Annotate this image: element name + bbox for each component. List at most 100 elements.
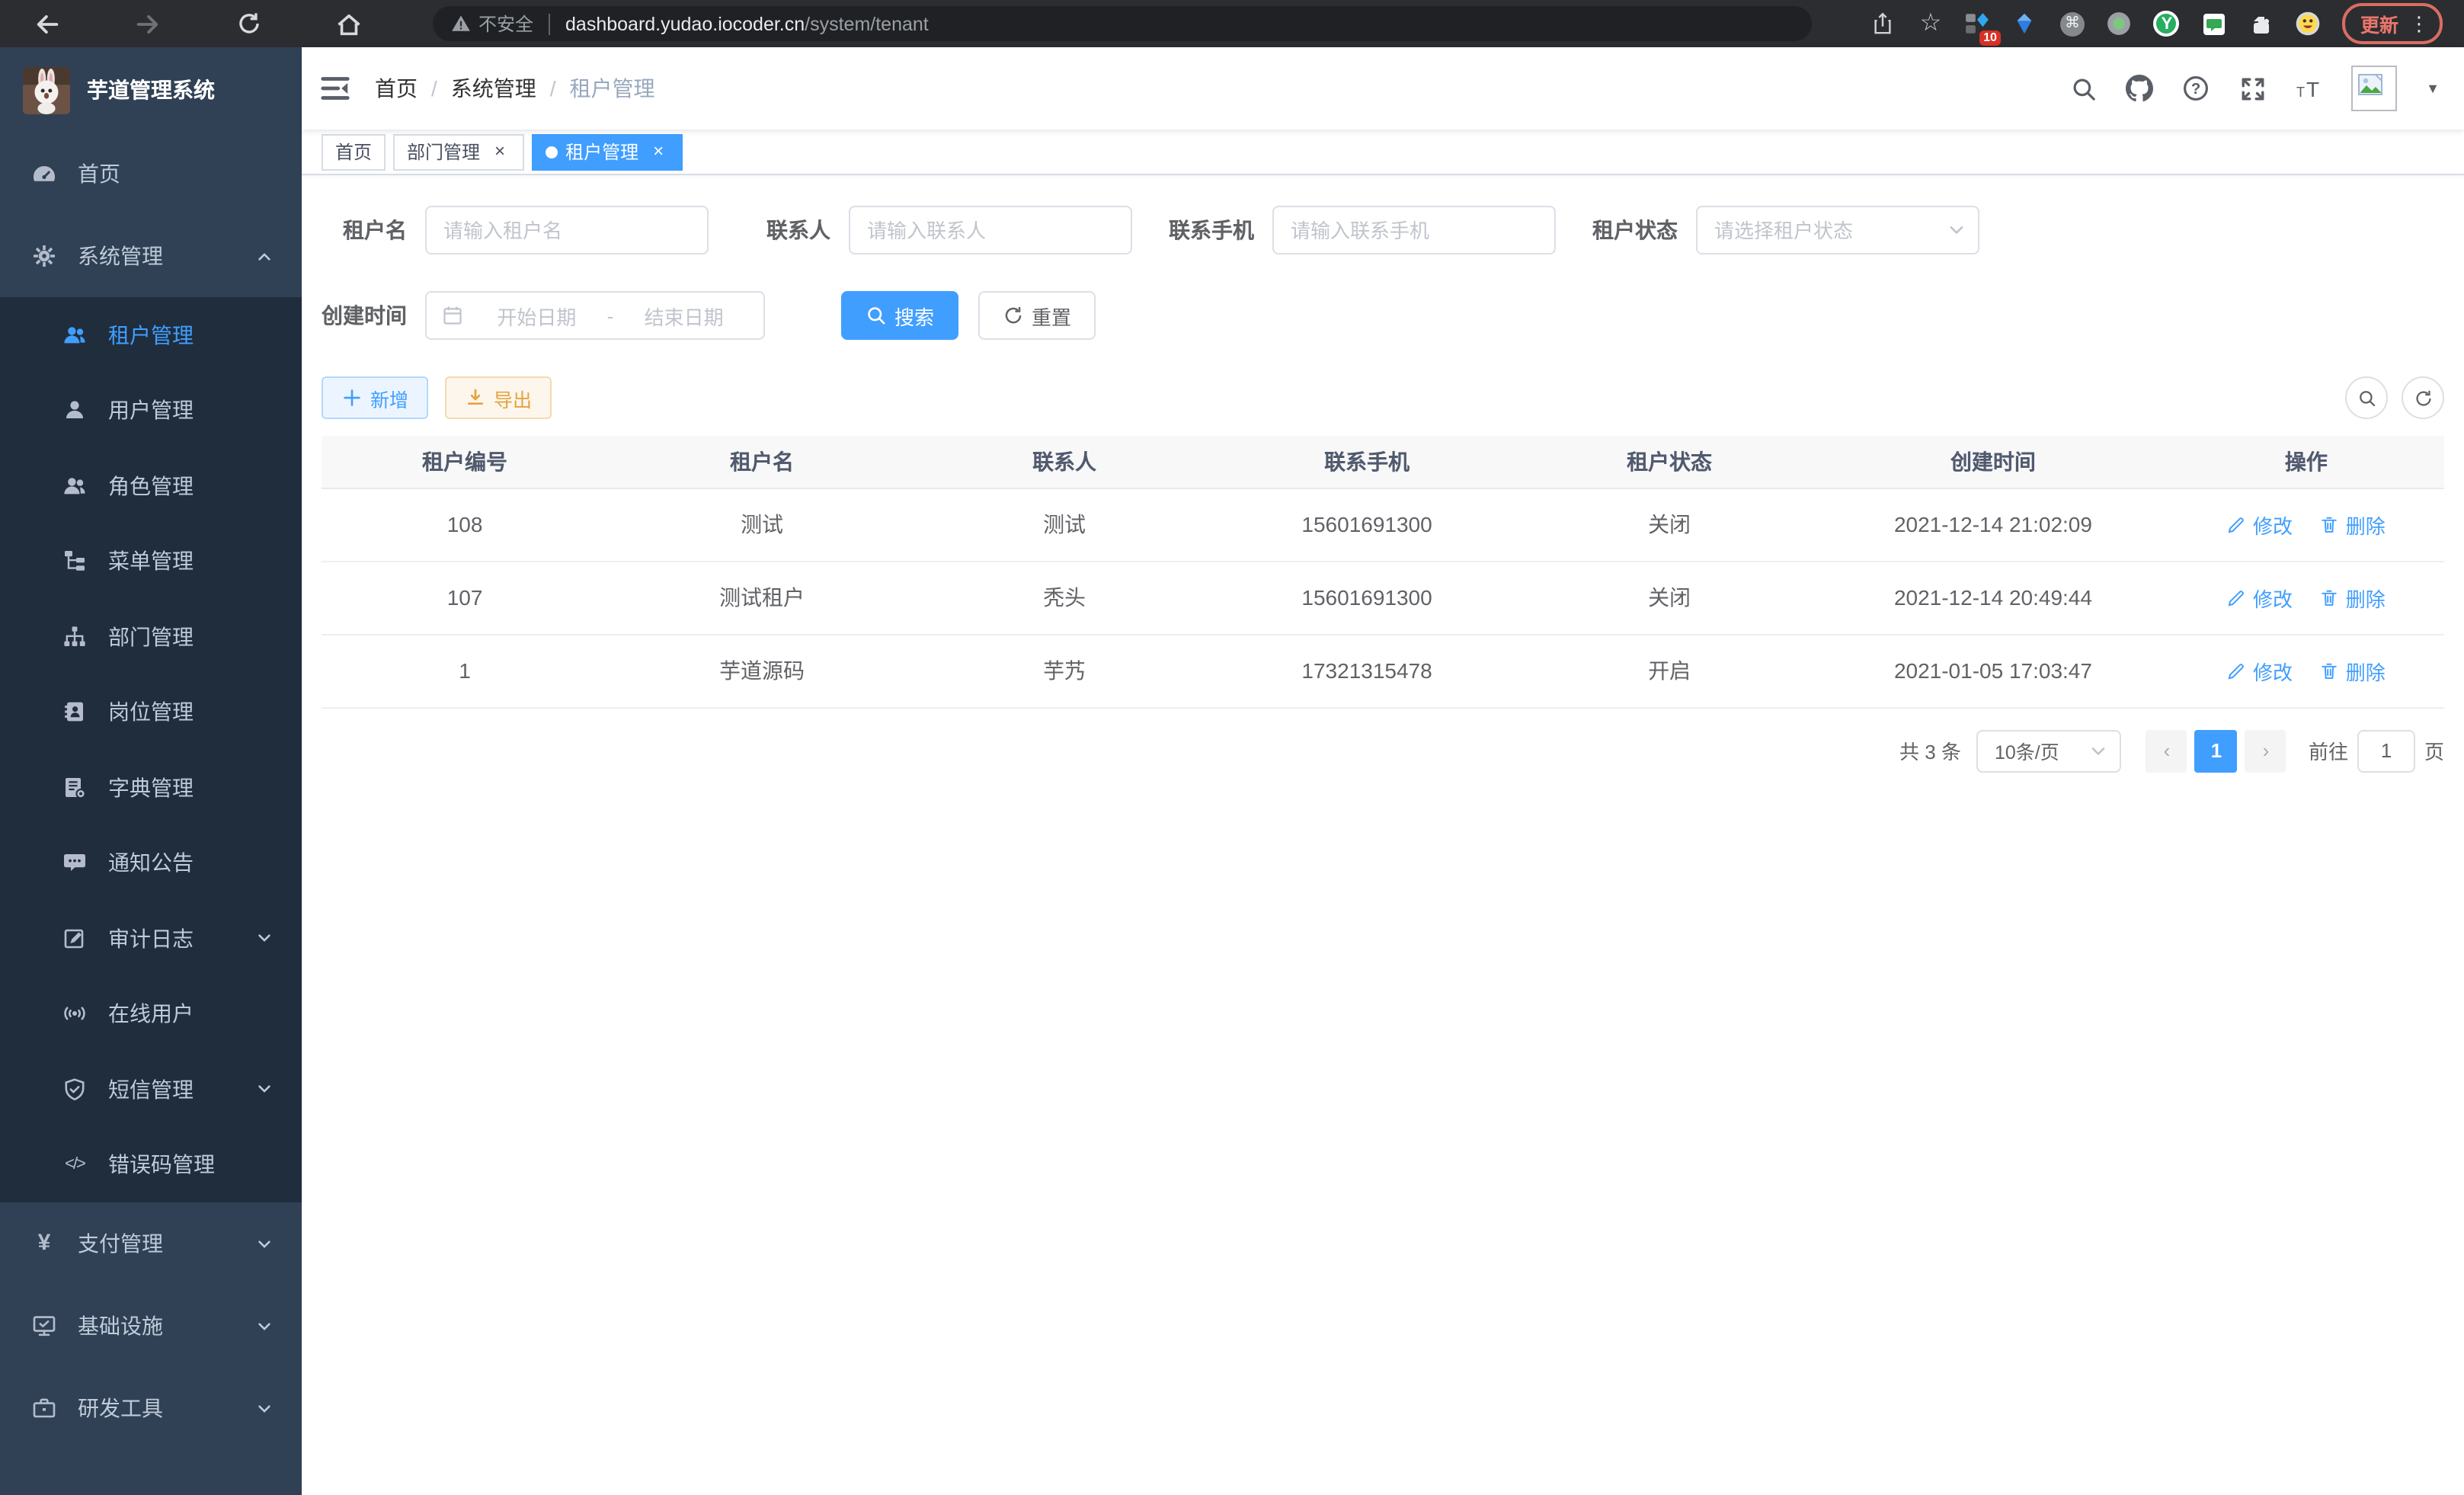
sidebar-item-user[interactable]: 用户管理 [0,373,302,448]
reset-button[interactable]: 重置 [978,291,1096,340]
github-button[interactable] [2126,75,2153,102]
start-date-placeholder[interactable]: 开始日期 [472,301,601,330]
browser-forward-button[interactable] [131,7,165,40]
org-tree-icon [62,625,87,649]
sidebar-item-dept[interactable]: 部门管理 [0,599,302,674]
mobile-input[interactable] [1272,206,1556,255]
table-toolbar: 新增 导出 [322,376,2444,419]
browser-home-button[interactable] [332,7,366,40]
fullscreen-button[interactable] [2238,75,2266,102]
dictionary-icon [62,776,87,800]
next-page-button[interactable]: › [2245,729,2286,772]
url-divider [549,13,550,34]
extension-gem-button[interactable] [2011,10,2039,37]
breadcrumb-system[interactable]: 系统管理 [451,73,536,104]
broadcast-icon [62,1002,87,1026]
status-select[interactable] [1696,206,1979,255]
page-size-input[interactable] [1976,729,2121,772]
table-row: 108 测试 测试 15601691300 关闭 2021-12-14 21:0… [322,488,2444,561]
extension-emoji-button[interactable] [2295,10,2322,37]
end-date-placeholder[interactable]: 结束日期 [619,301,748,330]
tab-home[interactable]: 首页 [322,133,386,170]
browser-update-button[interactable]: 更新 ⋮ [2342,3,2443,44]
status-select-input[interactable] [1696,206,1979,255]
add-button[interactable]: 新增 [322,376,428,419]
delete-button[interactable]: 删除 [2320,583,2386,612]
extension-y-button[interactable]: Y [2153,10,2181,37]
page-size-select[interactable] [1976,729,2121,772]
show-search-toggle-button[interactable] [2345,376,2388,419]
sidebar-item-notice[interactable]: 通知公告 [0,825,302,901]
security-label[interactable]: 不安全 [478,11,533,37]
sidebar-item-online-users[interactable]: 在线用户 [0,976,302,1052]
sidebar-item-audit-log[interactable]: 审计日志 [0,901,302,976]
sidebar-item-post[interactable]: 岗位管理 [0,674,302,750]
extension-command-button[interactable]: ⌘ [2059,10,2086,37]
users-icon [62,323,87,347]
cell-tenant-id: 108 [322,488,608,561]
extensions-puzzle-button[interactable] [2248,10,2275,37]
browser-back-button[interactable] [30,7,64,40]
search-icon [866,305,887,326]
delete-button[interactable]: 删除 [2320,510,2386,539]
search-button[interactable]: 搜索 [841,291,958,340]
sidebar-logo[interactable]: 芋道管理系统 [0,47,302,133]
delete-button[interactable]: 删除 [2320,656,2386,685]
cell-created: 2021-01-05 17:03:47 [1818,634,2168,707]
avatar[interactable] [2351,66,2397,111]
sidebar-item-system[interactable]: 系统管理 [0,215,302,297]
extension-chat-button[interactable] [2200,10,2228,37]
main-area: 首页 / 系统管理 / 租户管理 ? [302,47,2464,1495]
delete-label: 删除 [2346,656,2386,685]
contact-input[interactable] [849,206,1132,255]
tab-dept[interactable]: 部门管理 × [393,133,524,170]
sidebar-item-error-code[interactable]: </> 错误码管理 [0,1127,302,1202]
edit-button[interactable]: 修改 [2227,510,2293,539]
url-bar[interactable]: 不安全 dashboard.yudao.iocoder.cn /system/t… [433,6,1812,41]
sidebar-item-dict[interactable]: 字典管理 [0,750,302,825]
browser-reload-button[interactable] [232,7,265,40]
field-label: 联系手机 [1169,215,1254,245]
t-large-glyph: T [2306,77,2319,101]
page-number-1[interactable]: 1 [2195,729,2238,772]
font-size-button[interactable]: TT [2295,75,2322,102]
dashboard-icon [32,162,56,186]
tab-label: 租户管理 [565,139,638,165]
header-search-button[interactable] [2069,75,2097,102]
sidebar-item-role[interactable]: 角色管理 [0,448,302,523]
prev-page-button[interactable]: ‹ [2146,729,2187,772]
breadcrumb-home[interactable]: 首页 [375,73,418,104]
sidebar-item-home[interactable]: 首页 [0,133,302,215]
sidebar-item-devtools[interactable]: 研发工具 [0,1367,302,1449]
sidebar-item-sms[interactable]: 短信管理 [0,1052,302,1127]
close-icon[interactable]: × [648,141,669,162]
sidebar-item-infrastructure[interactable]: 基础设施 [0,1285,302,1367]
sidebar-collapse-button[interactable] [320,73,350,104]
cell-mobile: 15601691300 [1213,488,1521,561]
edit-button[interactable]: 修改 [2227,583,2293,612]
cell-contact: 测试 [916,488,1213,561]
sidebar-item-tenant[interactable]: 租户管理 [0,297,302,373]
tab-tenant[interactable]: 租户管理 × [532,133,683,170]
filter-row-1: 租户名 联系人 联系手机 租户状态 [322,206,2444,255]
browser-menu-icon[interactable]: ⋮ [2409,11,2429,36]
close-icon[interactable]: × [489,141,510,162]
date-range-picker[interactable]: 开始日期 - 结束日期 [425,291,765,340]
refresh-table-button[interactable] [2402,376,2444,419]
sidebar-item-payment[interactable]: ¥ 支付管理 [0,1202,302,1285]
help-button[interactable]: ? [2182,75,2210,102]
avatar-caret-icon[interactable]: ▼ [2426,81,2440,96]
share-button[interactable] [1870,10,1897,37]
field-label: 联系人 [745,215,830,245]
sidebar-item-menu[interactable]: 菜单管理 [0,523,302,599]
extension-tabs-button[interactable]: 10 [1964,10,1992,37]
col-contact: 联系人 [916,436,1213,488]
export-button[interactable]: 导出 [445,376,552,419]
tenant-name-input[interactable] [425,206,709,255]
bookmark-star-button[interactable]: ☆ [1917,10,1944,37]
goto-page-input[interactable] [2357,729,2415,772]
t-small-glyph: T [2296,84,2305,99]
extension-record-button[interactable] [2106,10,2133,37]
edit-button[interactable]: 修改 [2227,656,2293,685]
cell-tenant-id: 107 [322,561,608,634]
